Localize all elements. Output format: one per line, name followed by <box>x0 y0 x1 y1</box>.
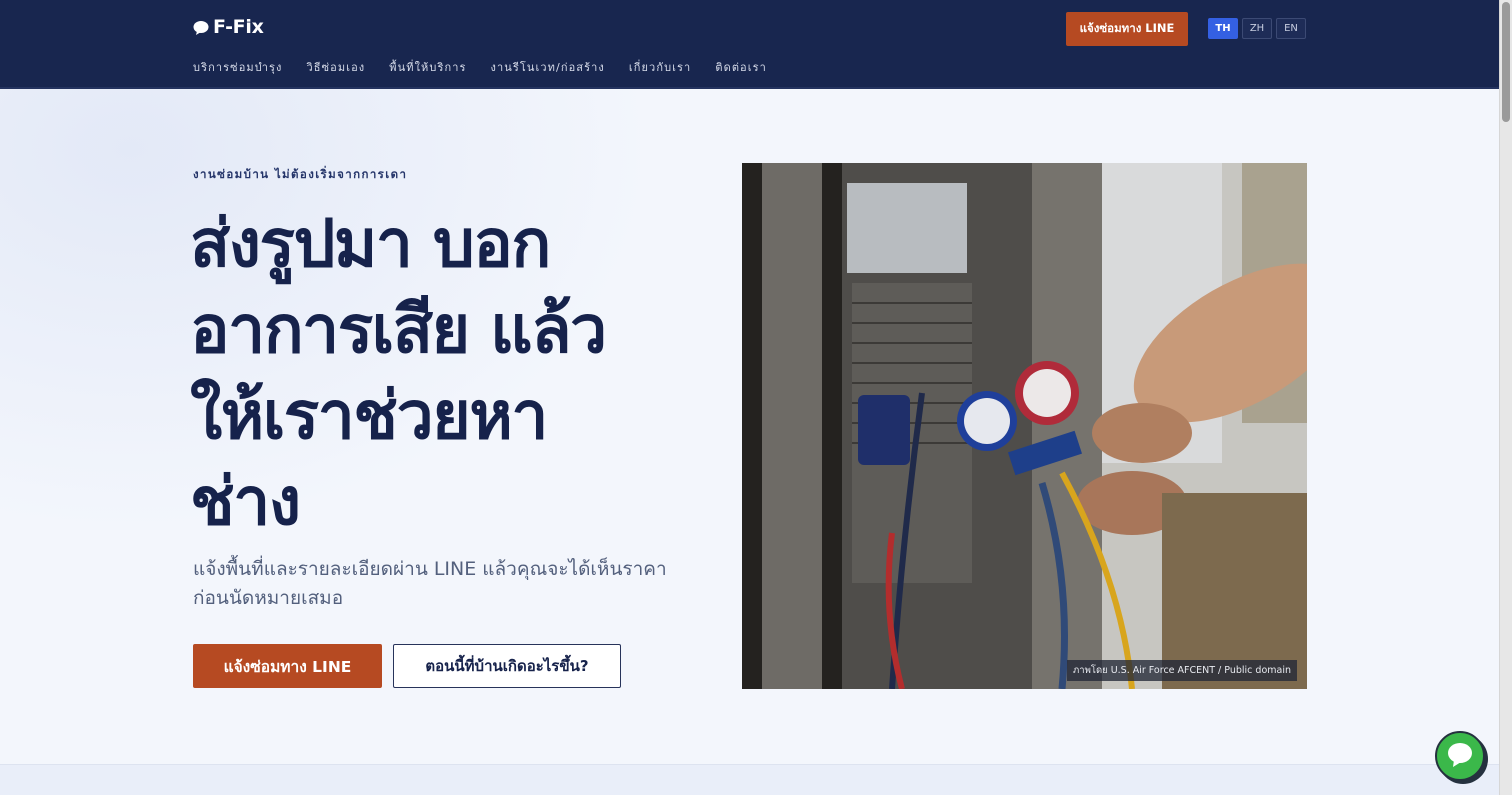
logo[interactable]: F-Fix <box>193 16 264 38</box>
lang-zh-button[interactable]: ZH <box>1242 18 1272 39</box>
technician-gauges-image <box>742 163 1307 689</box>
page-scrollbar[interactable] <box>1499 0 1512 795</box>
main-nav: บริการซ่อมบำรุง วิธีซ่อมเอง พื้นที่ให้บร… <box>193 58 767 76</box>
logo-text: F-Fix <box>213 16 264 38</box>
scrollbar-thumb[interactable] <box>1502 2 1510 122</box>
nav-item-areas[interactable]: พื้นที่ให้บริการ <box>389 58 466 76</box>
speech-bubble-icon <box>193 19 209 35</box>
hero-photo: ภาพโดย U.S. Air Force AFCENT / Public do… <box>742 163 1307 689</box>
next-section <box>0 764 1499 795</box>
nav-item-services[interactable]: บริการซ่อมบำรุง <box>193 58 283 76</box>
hero-title-line: ช่าง <box>190 463 301 540</box>
hero-subtitle: แจ้งพื้นที่และรายละเอียดผ่าน LINE แล้วคุ… <box>193 558 667 609</box>
lang-th-button[interactable]: TH <box>1208 18 1238 39</box>
line-chat-button[interactable] <box>1435 731 1485 781</box>
header-line-button[interactable]: แจ้งซ่อมทาง LINE <box>1066 12 1188 46</box>
hero-section: งานซ่อมบ้าน ไม่ต้องเริ่มจากการเดา ส่งรูป… <box>0 89 1499 764</box>
hero-title-line: ให้เราช่วยหา <box>190 377 548 454</box>
nav-item-diy[interactable]: วิธีซ่อมเอง <box>307 58 366 76</box>
nav-item-about[interactable]: เกี่ยวกับเรา <box>629 58 691 76</box>
hero-problem-button[interactable]: ตอนนี้ที่บ้านเกิดอะไรขึ้น? <box>393 644 621 688</box>
hero-title-line: อาการเสีย แล้ว <box>190 291 607 368</box>
nav-item-contact[interactable]: ติดต่อเรา <box>715 58 767 76</box>
hero-eyebrow: งานซ่อมบ้าน ไม่ต้องเริ่มจากการเดา <box>193 167 408 181</box>
line-chat-icon <box>1446 742 1474 771</box>
nav-item-renovation[interactable]: งานรีโนเวท/ก่อสร้าง <box>491 58 605 76</box>
photo-credit: ภาพโดย U.S. Air Force AFCENT / Public do… <box>1066 660 1297 681</box>
hero-title-line: ส่งรูปมา บอก <box>190 205 551 282</box>
language-switcher: TH ZH EN <box>1208 18 1306 39</box>
lang-en-button[interactable]: EN <box>1276 18 1306 39</box>
hero-line-button[interactable]: แจ้งซ่อมทาง LINE <box>193 644 382 688</box>
hero-title: ส่งรูปมา บอก อาการเสีย แล้ว ให้เราช่วยหา… <box>190 201 710 545</box>
site-header: F-Fix บริการซ่อมบำรุง วิธีซ่อมเอง พื้นที… <box>0 0 1499 89</box>
